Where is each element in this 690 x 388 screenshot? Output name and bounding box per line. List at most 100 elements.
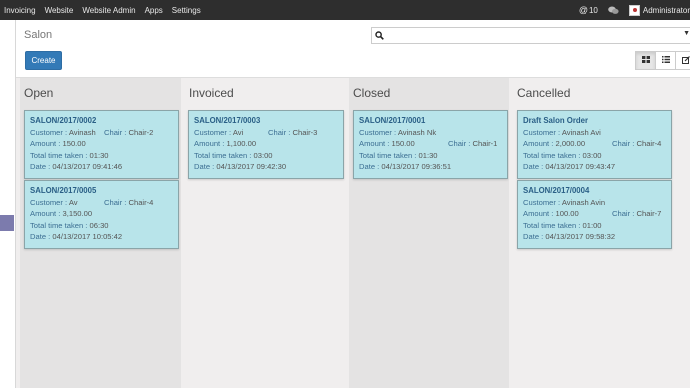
avatar xyxy=(628,4,640,16)
time-label: Total time taken : xyxy=(359,150,417,160)
customer-label: Customer : xyxy=(30,127,68,137)
time-value: 01:30 xyxy=(418,150,438,160)
date-value: 04/13/2017 09:41:46 xyxy=(52,162,123,172)
chair-label: Chair : xyxy=(448,139,471,149)
notifications-count: 10 xyxy=(588,5,598,15)
card-reference: Draft Salon Order xyxy=(523,116,588,125)
date-value: 04/13/2017 09:36:51 xyxy=(381,162,452,172)
card-reference: SALON/2017/0003 xyxy=(194,116,261,125)
date-label: Date : xyxy=(523,162,544,172)
customer-label: Customer : xyxy=(523,127,561,137)
user-menu[interactable]: Administrator xyxy=(628,4,690,16)
kanban-column-invoiced: Invoiced SALON/2017/0003 Customer : Avi … xyxy=(185,78,345,388)
form-view-icon xyxy=(681,55,690,66)
search-icon[interactable] xyxy=(375,31,384,42)
chair-value: Chair-7 xyxy=(636,209,662,219)
kanban-card[interactable]: SALON/2017/0004 Customer : Avinash Avin … xyxy=(517,180,672,249)
chevron-down-icon[interactable]: ▼ xyxy=(683,30,690,37)
menu-item-website[interactable]: Website xyxy=(45,6,74,15)
column-title: Cancelled xyxy=(517,86,571,100)
amount-value: 3,150.00 xyxy=(62,209,93,219)
column-title: Closed xyxy=(353,86,391,100)
kanban-column-open: Open SALON/2017/0002 Customer : Avinash … xyxy=(20,78,181,388)
customer-value: Avinash xyxy=(68,127,96,137)
card-reference: SALON/2017/0005 xyxy=(30,186,97,195)
menu-item-settings[interactable]: Settings xyxy=(172,6,201,15)
search-input[interactable] xyxy=(388,29,678,42)
date-label: Date : xyxy=(30,162,51,172)
kanban-card[interactable]: SALON/2017/0001 Customer : Avinash Nk Am… xyxy=(353,110,508,179)
chair-label: Chair : xyxy=(612,139,635,149)
customer-label: Customer : xyxy=(194,127,232,137)
amount-label: Amount : xyxy=(359,139,390,149)
user-name: Administrator xyxy=(642,5,690,15)
time-label: Total time taken : xyxy=(523,150,581,160)
customer-value: Avinash Avi xyxy=(561,127,601,137)
menu-item-website-admin[interactable]: Website Admin xyxy=(82,6,135,15)
main-menu: Invoicing Website Website Admin Apps Set… xyxy=(4,0,210,20)
card-reference: SALON/2017/0001 xyxy=(359,116,426,125)
kanban-view-button[interactable] xyxy=(635,51,656,70)
date-value: 04/13/2017 10:05:42 xyxy=(52,232,123,242)
kanban-column-closed: Closed SALON/2017/0001 Customer : Avinas… xyxy=(349,78,509,388)
amount-label: Amount : xyxy=(30,209,61,219)
date-label: Date : xyxy=(30,232,51,242)
left-sidebar xyxy=(0,20,16,388)
chair-label: Chair : xyxy=(612,209,635,219)
date-value: 04/13/2017 09:43:47 xyxy=(545,162,616,172)
time-value: 01:30 xyxy=(89,150,109,160)
chair-value: Chair-4 xyxy=(636,139,662,149)
view-switcher xyxy=(635,51,690,70)
top-navbar: Invoicing Website Website Admin Apps Set… xyxy=(0,0,690,20)
chat-bubbles-icon[interactable] xyxy=(608,6,619,15)
customer-label: Customer : xyxy=(523,197,561,207)
kanban-card[interactable]: SALON/2017/0003 Customer : Avi Chair : C… xyxy=(188,110,344,179)
amount-label: Amount : xyxy=(523,139,554,149)
form-view-button[interactable] xyxy=(675,51,690,70)
column-title: Invoiced xyxy=(189,86,234,100)
date-label: Date : xyxy=(523,232,544,242)
kanban-card[interactable]: SALON/2017/0002 Customer : Avinash Chair… xyxy=(24,110,179,179)
chair-value: Chair-3 xyxy=(292,127,318,137)
chair-value: Chair-4 xyxy=(128,197,154,207)
time-label: Total time taken : xyxy=(30,220,88,230)
chair-label: Chair : xyxy=(104,127,127,137)
amount-value: 150.00 xyxy=(391,139,415,149)
kanban-board: Open SALON/2017/0002 Customer : Avinash … xyxy=(16,78,690,388)
chair-value: Chair-1 xyxy=(472,139,498,149)
sidebar-accent xyxy=(0,215,14,231)
at-icon: @ xyxy=(578,5,588,15)
create-button[interactable]: Create xyxy=(25,51,62,70)
time-value: 01:00 xyxy=(582,220,602,230)
chair-label: Chair : xyxy=(268,127,291,137)
customer-label: Customer : xyxy=(30,197,68,207)
kanban-card[interactable]: SALON/2017/0005 Customer : Av Chair : Ch… xyxy=(24,180,179,249)
list-view-icon xyxy=(661,56,670,65)
amount-value: 2,000.00 xyxy=(555,139,586,149)
customer-value: Avinash Avin xyxy=(561,197,606,207)
search-box: ▼ xyxy=(371,27,690,44)
notifications-button[interactable]: @ 10 xyxy=(579,5,598,15)
customer-value: Avi xyxy=(232,127,244,137)
list-view-button[interactable] xyxy=(655,51,676,70)
time-label: Total time taken : xyxy=(194,150,252,160)
kanban-card[interactable]: Draft Salon Order Customer : Avinash Avi… xyxy=(517,110,672,179)
kanban-column-cancelled: Cancelled Draft Salon Order Customer : A… xyxy=(513,78,690,388)
date-label: Date : xyxy=(359,162,380,172)
time-label: Total time taken : xyxy=(30,150,88,160)
time-value: 03:00 xyxy=(582,150,602,160)
date-value: 04/13/2017 09:42:30 xyxy=(216,162,287,172)
chair-value: Chair-2 xyxy=(128,127,154,137)
menu-item-apps[interactable]: Apps xyxy=(145,6,163,15)
card-reference: SALON/2017/0002 xyxy=(30,116,97,125)
customer-value: Avinash Nk xyxy=(397,127,437,137)
amount-value: 100.00 xyxy=(555,209,579,219)
date-label: Date : xyxy=(194,162,215,172)
menu-item-invoicing[interactable]: Invoicing xyxy=(4,6,36,15)
amount-value: 150.00 xyxy=(62,139,86,149)
breadcrumb[interactable]: Salon xyxy=(24,29,52,41)
customer-label: Customer : xyxy=(359,127,397,137)
kanban-view-icon xyxy=(641,56,650,65)
time-value: 06:30 xyxy=(89,220,109,230)
amount-label: Amount : xyxy=(523,209,554,219)
